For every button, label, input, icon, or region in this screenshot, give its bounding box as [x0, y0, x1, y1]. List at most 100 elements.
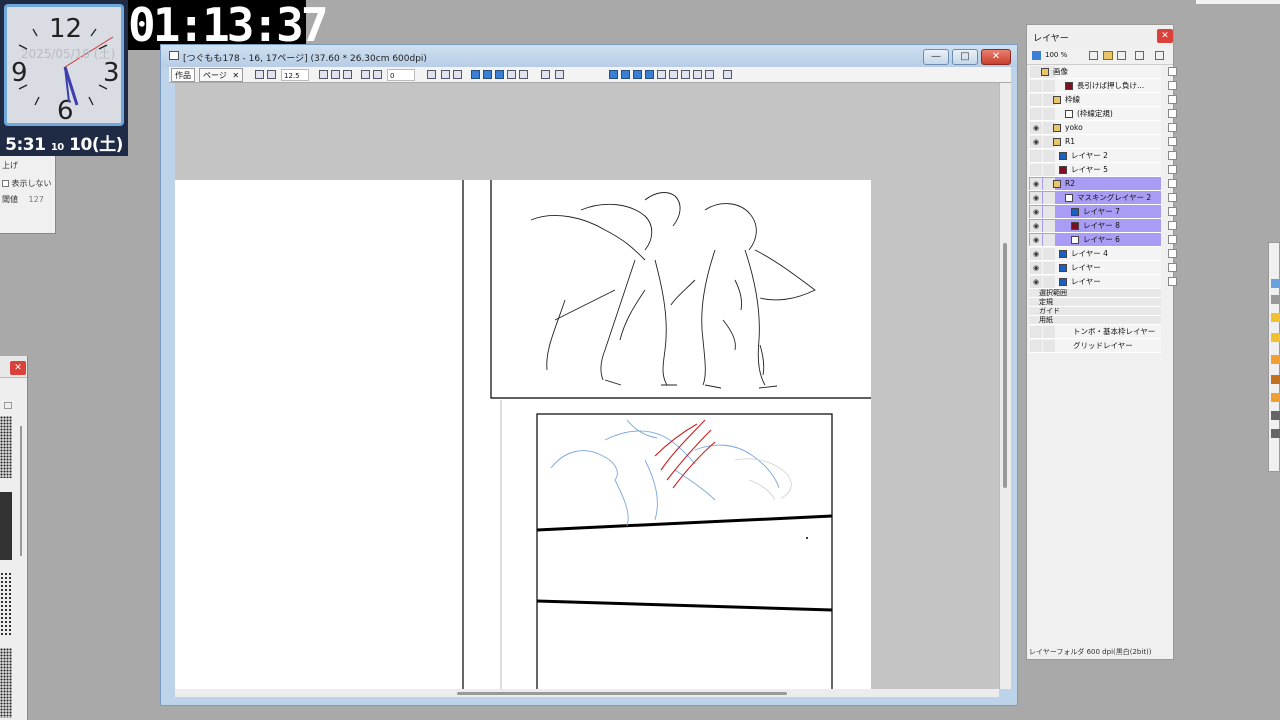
- rotate-right-icon[interactable]: [373, 70, 382, 79]
- fill-tool-icon[interactable]: [633, 70, 642, 79]
- edit-lock-icon[interactable]: [1043, 164, 1055, 176]
- pen-tool-icon[interactable]: [609, 70, 618, 79]
- manga-page[interactable]: [175, 180, 871, 689]
- new-layer-icon[interactable]: [1089, 51, 1098, 60]
- layer-option-icon[interactable]: [1168, 277, 1177, 286]
- expand-icon[interactable]: [483, 70, 492, 79]
- tool-icon[interactable]: [1271, 295, 1280, 304]
- edit-lock-icon[interactable]: [1043, 340, 1055, 352]
- toggle-panel-icon[interactable]: [723, 70, 732, 79]
- tool-icon[interactable]: [1271, 393, 1280, 402]
- print-size-icon[interactable]: [343, 70, 352, 79]
- paper-layer-row[interactable]: グリッドレイヤー: [1029, 339, 1161, 353]
- layer-option-icon[interactable]: [1168, 193, 1177, 202]
- tool-icon[interactable]: [1271, 355, 1280, 364]
- scroll-thumb[interactable]: [1003, 243, 1007, 488]
- tool-icon[interactable]: [1271, 375, 1280, 384]
- visibility-eye-icon[interactable]: ◉: [1030, 220, 1042, 232]
- text-tool-icon[interactable]: [657, 70, 666, 79]
- layout-icon[interactable]: [541, 70, 550, 79]
- flip-vertical-icon[interactable]: [453, 70, 462, 79]
- edit-lock-icon[interactable]: [1043, 220, 1055, 232]
- fit-page-icon[interactable]: [319, 70, 328, 79]
- layer-row[interactable]: レイヤー 2: [1029, 149, 1177, 163]
- layer-option-icon[interactable]: [1168, 249, 1177, 258]
- guide-icon[interactable]: [519, 70, 528, 79]
- layer-option-icon[interactable]: [1168, 165, 1177, 174]
- manga-artwork[interactable]: [175, 180, 871, 689]
- tool-icon[interactable]: [1271, 333, 1280, 342]
- palette-hide-checkbox[interactable]: 表示しない: [2, 178, 52, 189]
- scrollbar[interactable]: [20, 426, 22, 556]
- layer-row[interactable]: (枠線定規): [1029, 107, 1177, 121]
- opacity-value[interactable]: 100 %: [1045, 51, 1067, 59]
- edit-lock-icon[interactable]: [1043, 326, 1055, 338]
- layer-row[interactable]: レイヤー 5: [1029, 163, 1177, 177]
- close-button[interactable]: ✕: [981, 49, 1011, 65]
- layer-option-icon[interactable]: [1168, 221, 1177, 230]
- layer-group-header[interactable]: 選択範囲: [1029, 289, 1161, 298]
- layer-option-icon[interactable]: [1168, 151, 1177, 160]
- tone-swatch[interactable]: [0, 416, 12, 478]
- folder-icon[interactable]: [4, 402, 12, 409]
- edit-lock-icon[interactable]: [1043, 108, 1055, 120]
- layer-row[interactable]: ◉ yoko: [1029, 121, 1177, 135]
- layer-option-icon[interactable]: [1168, 67, 1177, 76]
- layer-option-icon[interactable]: [1168, 81, 1177, 90]
- layer-row[interactable]: ◉ レイヤー 7: [1029, 205, 1177, 219]
- visibility-eye-icon[interactable]: ◉: [1030, 178, 1042, 190]
- layer-row[interactable]: ◉ レイヤー 4: [1029, 247, 1177, 261]
- layer-option-icon[interactable]: [1168, 207, 1177, 216]
- visibility-eye-icon[interactable]: ◉: [1030, 122, 1042, 134]
- layer-option-icon[interactable]: [1168, 137, 1177, 146]
- grid-snap-icon[interactable]: [705, 70, 714, 79]
- navigator-icon[interactable]: [255, 70, 264, 79]
- tone-tool-icon[interactable]: [645, 70, 654, 79]
- tool-icon[interactable]: [1271, 429, 1280, 438]
- tab-page[interactable]: ページ ✕: [199, 68, 244, 82]
- layer-row[interactable]: ◉ R1: [1029, 135, 1177, 149]
- layer-option-icon[interactable]: [1168, 235, 1177, 244]
- perspective-tool-icon[interactable]: [681, 70, 690, 79]
- grid-icon[interactable]: [495, 70, 504, 79]
- delete-layer-icon[interactable]: [1117, 51, 1126, 60]
- threshold-value[interactable]: 127: [29, 195, 44, 204]
- layer-row[interactable]: ◉ レイヤー 8: [1029, 219, 1177, 233]
- zoom-out-icon[interactable]: [267, 70, 276, 79]
- layer-option-icon[interactable]: [1168, 109, 1177, 118]
- close-icon[interactable]: ✕: [232, 71, 239, 80]
- tool-icon[interactable]: [1271, 313, 1280, 322]
- layer-option-icon[interactable]: [1168, 179, 1177, 188]
- tool-icon[interactable]: [1271, 411, 1280, 420]
- frame-tool-icon[interactable]: [669, 70, 678, 79]
- reset-rotation-icon[interactable]: [427, 70, 436, 79]
- ruler-icon[interactable]: [507, 70, 516, 79]
- lock-icon[interactable]: [1135, 51, 1144, 60]
- edit-lock-icon[interactable]: [1043, 234, 1055, 246]
- close-icon[interactable]: ✕: [1157, 29, 1173, 43]
- canvas-titlebar[interactable]: [つぐもも178 - 16, 17ページ] (37.60 * 26.30cm 6…: [161, 45, 1017, 67]
- layer-panel-titlebar[interactable]: レイヤー ✕: [1027, 25, 1173, 47]
- visibility-eye-icon[interactable]: [1030, 108, 1042, 120]
- layer-row[interactable]: 枠線: [1029, 93, 1177, 107]
- layer-row[interactable]: 画像: [1029, 65, 1177, 79]
- maximize-button[interactable]: □: [952, 49, 978, 65]
- visibility-eye-icon[interactable]: [1030, 164, 1042, 176]
- layer-row[interactable]: ◉ R2: [1029, 177, 1177, 191]
- layer-group-header[interactable]: 用紙: [1029, 316, 1161, 325]
- horizontal-scrollbar[interactable]: [175, 689, 999, 697]
- visibility-eye-icon[interactable]: ◉: [1030, 136, 1042, 148]
- tone-swatch[interactable]: [0, 492, 12, 560]
- edit-lock-icon[interactable]: [1043, 276, 1055, 288]
- snap-tool-icon[interactable]: [693, 70, 702, 79]
- tone-swatch[interactable]: [0, 648, 12, 718]
- visibility-eye-icon[interactable]: [1030, 326, 1042, 338]
- edit-lock-icon[interactable]: [1043, 150, 1055, 162]
- zoom-input[interactable]: 12.5: [281, 69, 309, 81]
- layer-option-icon[interactable]: [1168, 263, 1177, 272]
- visibility-eye-icon[interactable]: [1030, 94, 1042, 106]
- vertical-scrollbar[interactable]: [999, 83, 1011, 689]
- layer-row[interactable]: ◉ レイヤー: [1029, 275, 1177, 289]
- layer-row[interactable]: ◉ レイヤー 6: [1029, 233, 1177, 247]
- edit-lock-icon[interactable]: [1043, 80, 1055, 92]
